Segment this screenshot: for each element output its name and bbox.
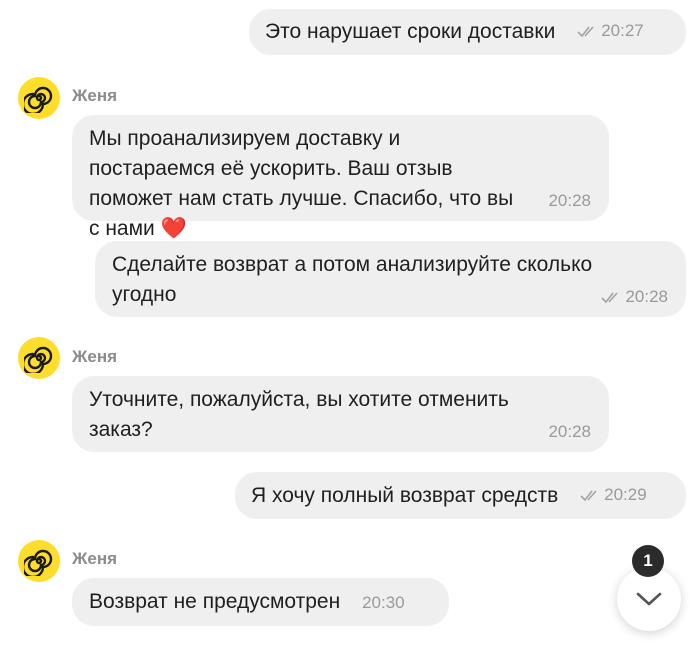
message-text: Мы проанализируем доставку и постараемся…	[89, 127, 514, 240]
message-text: Сделайте возврат а потом анализируйте ск…	[112, 253, 593, 306]
incoming-message[interactable]: Уточните, пожалуйста, вы хотите отменить…	[72, 376, 609, 452]
sender-name: Женя	[72, 86, 118, 105]
outgoing-message[interactable]: Это нарушает сроки доставки 20:27	[249, 9, 686, 55]
message-meta: 20:27	[577, 21, 644, 41]
incoming-message[interactable]: Возврат не предусмотрен 20:30	[72, 578, 449, 626]
message-meta: 20:29	[580, 485, 647, 505]
unread-count-badge[interactable]: 1	[632, 545, 664, 577]
avatar[interactable]	[18, 540, 60, 582]
message-time: 20:27	[601, 21, 644, 40]
spiral-logo-icon	[24, 549, 53, 576]
outgoing-message[interactable]: Я хочу полный возврат средств 20:29	[235, 472, 686, 519]
message-text: Это нарушает сроки доставки	[265, 20, 556, 43]
message-meta: 20:30	[362, 593, 405, 613]
message-meta: 20:28	[548, 422, 591, 442]
sender-name: Женя	[72, 347, 118, 366]
message-time: 20:28	[548, 422, 591, 441]
sender-name: Женя	[72, 549, 118, 568]
incoming-message[interactable]: Мы проанализируем доставку и постараемся…	[72, 115, 609, 240]
message-time: 20:28	[625, 287, 668, 306]
message-time: 20:29	[604, 485, 647, 504]
avatar[interactable]	[18, 337, 60, 379]
double-check-icon	[580, 490, 597, 502]
message-time: 20:28	[548, 191, 591, 210]
avatar[interactable]	[18, 77, 60, 119]
double-check-icon	[577, 26, 594, 38]
heart-emoji: ❤️	[160, 217, 187, 240]
message-text: Уточните, пожалуйста, вы хотите отменить…	[89, 388, 509, 441]
message-text: Возврат не предусмотрен	[89, 590, 341, 613]
double-check-icon	[601, 292, 619, 304]
outgoing-message[interactable]: Сделайте возврат а потом анализируйте ск…	[95, 241, 686, 317]
chat-window: Это нарушает сроки доставки 20:27 Женя М…	[0, 0, 700, 645]
message-meta: 20:28	[601, 287, 668, 307]
chevron-down-icon	[636, 592, 662, 606]
spiral-logo-icon	[24, 346, 53, 373]
message-time: 20:30	[362, 593, 405, 612]
message-meta: 20:28	[548, 191, 591, 211]
spiral-logo-icon	[24, 86, 53, 113]
message-text: Я хочу полный возврат средств	[251, 484, 559, 507]
